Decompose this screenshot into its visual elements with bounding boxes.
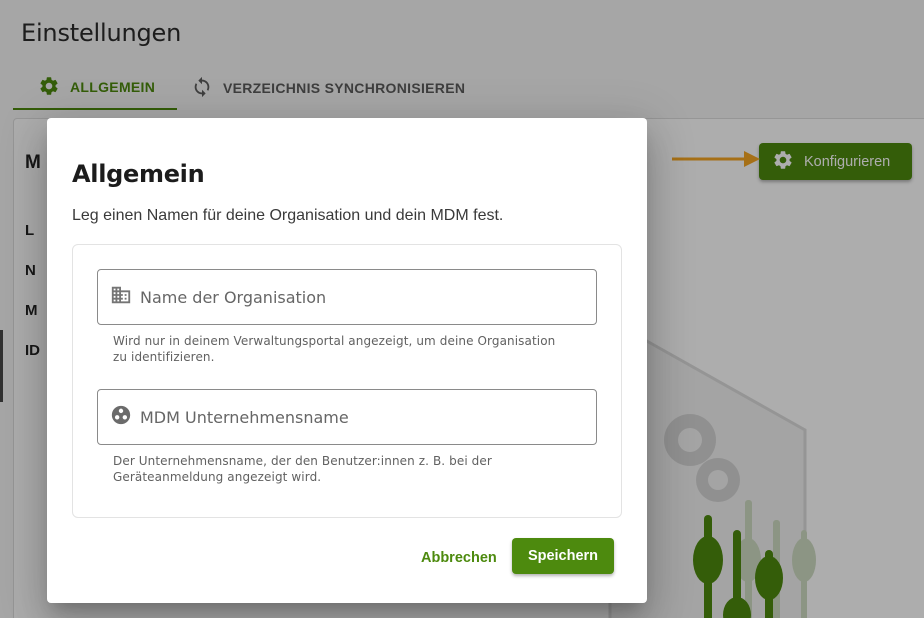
community-icon <box>110 404 132 431</box>
building-icon <box>110 284 132 311</box>
organization-name-hint: Wird nur in deinem Verwaltungsportal ang… <box>113 334 556 364</box>
organization-name-input[interactable] <box>140 287 580 307</box>
dialog-description: Leg einen Namen für deine Organisation u… <box>72 207 504 224</box>
mdm-company-name-field[interactable] <box>97 389 597 445</box>
form-card: Wird nur in deinem Verwaltungsportal ang… <box>72 244 622 518</box>
save-button[interactable]: Speichern <box>512 538 614 574</box>
cancel-button[interactable]: Abbrechen <box>415 546 503 570</box>
mdm-company-name-hint: Der Unternehmensname, der den Benutzer:i… <box>113 454 492 484</box>
dialog-title: Allgemein <box>72 160 205 188</box>
mdm-company-name-input[interactable] <box>140 407 580 427</box>
general-settings-dialog: Allgemein Leg einen Namen für deine Orga… <box>47 118 647 603</box>
organization-name-field[interactable] <box>97 269 597 325</box>
